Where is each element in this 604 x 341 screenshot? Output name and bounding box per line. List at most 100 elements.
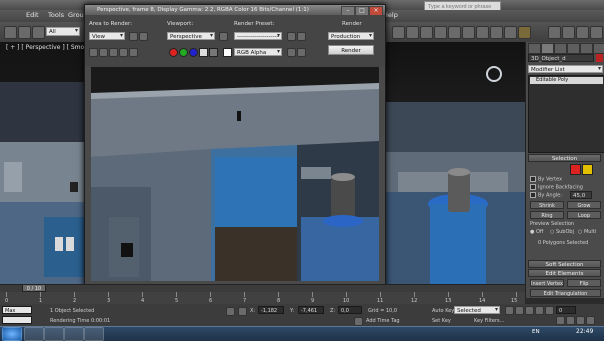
motion-icon[interactable]: [576, 26, 589, 39]
curve-editor-icon[interactable]: [448, 26, 461, 39]
current-frame-field[interactable]: 0: [556, 306, 576, 314]
language-indicator[interactable]: EN: [532, 329, 540, 335]
utilities-tab-icon[interactable]: [593, 43, 604, 54]
render-button[interactable]: Render: [328, 45, 374, 55]
object-name-field[interactable]: 3D_Object_d: [528, 54, 594, 62]
render-setup-icon[interactable]: [490, 26, 503, 39]
green-channel-toggle[interactable]: [179, 48, 188, 57]
viewport-perspective-right[interactable]: [378, 42, 525, 284]
save-image-icon[interactable]: [89, 48, 98, 57]
ring-button[interactable]: Ring: [530, 211, 564, 219]
hierarchy-tab-icon[interactable]: [554, 43, 567, 54]
schematic-icon[interactable]: [462, 26, 475, 39]
edit-elements-rollout[interactable]: Edit Elements: [528, 269, 601, 277]
clear-icon[interactable]: [129, 48, 138, 57]
zoom-all-icon[interactable]: [566, 316, 575, 325]
environment-icon[interactable]: [297, 32, 306, 41]
x-coordinate-field[interactable]: -1,182: [258, 306, 284, 314]
copy-image-icon[interactable]: [99, 48, 108, 57]
modify-tab-icon[interactable]: [541, 43, 554, 54]
display-tab-icon[interactable]: [580, 43, 593, 54]
alpha-channel-toggle[interactable]: [199, 48, 208, 57]
ignore-backfacing-checkbox[interactable]: Ignore Backfacing: [530, 184, 583, 191]
play-icon[interactable]: [525, 306, 534, 315]
preview-off-radio[interactable]: ● Off: [530, 229, 543, 235]
menu-edit[interactable]: Edit: [26, 11, 39, 19]
orbit-icon[interactable]: [586, 316, 595, 325]
zoom-icon[interactable]: [556, 316, 565, 325]
create-tab-icon[interactable]: [528, 43, 541, 54]
key-filters-button[interactable]: Key Filters...: [474, 318, 504, 324]
red-channel-toggle[interactable]: [169, 48, 178, 57]
blue-channel-toggle[interactable]: [189, 48, 198, 57]
polygon-mode-icon[interactable]: [570, 164, 581, 175]
render-setup-small-icon[interactable]: [287, 32, 296, 41]
object-color-swatch[interactable]: [596, 54, 603, 62]
edit-region-icon[interactable]: [129, 32, 138, 41]
next-frame-icon[interactable]: [535, 306, 544, 315]
clone-window-icon[interactable]: [109, 48, 118, 57]
add-time-tag-button[interactable]: Add Time Tag: [366, 318, 400, 324]
toggle-ui-icon[interactable]: [297, 48, 306, 57]
set-key-button[interactable]: Set Key: [432, 318, 451, 324]
y-coordinate-field[interactable]: -7,461: [298, 306, 324, 314]
layer-icon[interactable]: [420, 26, 433, 39]
viewport-select[interactable]: Perspective: [167, 32, 215, 40]
taskbar-app-browser-icon[interactable]: [44, 327, 64, 341]
flip-button[interactable]: Flip: [567, 279, 601, 287]
link-icon[interactable]: [32, 26, 45, 39]
auto-region-icon[interactable]: [139, 32, 148, 41]
grow-button[interactable]: Grow: [567, 201, 601, 209]
maxscript-listener[interactable]: Max: [2, 306, 32, 314]
time-slider-knob[interactable]: 0 / 10: [22, 284, 46, 292]
system-clock[interactable]: 22:49: [576, 328, 593, 335]
command-panel-icon[interactable]: [548, 26, 561, 39]
display-icon[interactable]: [590, 26, 603, 39]
menu-tools[interactable]: Tools: [48, 11, 64, 19]
stack-item[interactable]: Editable Poly: [530, 77, 603, 84]
undo-icon[interactable]: [4, 26, 17, 39]
selection-filter-select[interactable]: All: [46, 27, 80, 36]
time-tag-icon[interactable]: [354, 317, 363, 326]
mono-toggle[interactable]: [209, 48, 218, 57]
render-preset-select[interactable]: ---------------------: [234, 32, 282, 40]
viewport-perspective[interactable]: [0, 42, 88, 284]
auto-key-button[interactable]: Auto Key: [432, 308, 454, 314]
lock-viewport-icon[interactable]: [219, 32, 228, 41]
loop-button[interactable]: Loop: [567, 211, 601, 219]
by-angle-field[interactable]: 45,0: [570, 191, 592, 199]
render-window-title-bar[interactable]: Perspective, frame 8, Display Gamma: 2.2…: [85, 5, 385, 15]
zoom-extents-icon[interactable]: [576, 316, 585, 325]
material-editor-icon[interactable]: [476, 26, 489, 39]
key-mode-select[interactable]: Selected: [454, 306, 500, 314]
preview-subobj-radio[interactable]: ○ SubObj: [550, 229, 574, 235]
selection-rollout[interactable]: Selection: [528, 154, 601, 162]
rendered-frame-icon[interactable]: [504, 26, 517, 39]
render-production-icon[interactable]: [518, 26, 531, 39]
insert-vertex-button[interactable]: Insert Vertex: [530, 279, 564, 287]
swatch[interactable]: [223, 48, 232, 57]
hierarchy-icon[interactable]: [562, 26, 575, 39]
display-channel-select[interactable]: RGB Alpha: [234, 48, 282, 56]
align-icon[interactable]: [406, 26, 419, 39]
absolute-mode-icon[interactable]: [238, 307, 247, 316]
go-to-start-icon[interactable]: [505, 306, 514, 315]
redo-icon[interactable]: [18, 26, 31, 39]
edit-triangulation-button[interactable]: Edit Triangulation: [530, 289, 601, 297]
go-to-end-icon[interactable]: [545, 306, 554, 315]
taskbar-app-3dsmax-icon[interactable]: [64, 327, 84, 341]
z-coordinate-field[interactable]: 0,0: [338, 306, 362, 314]
start-button-icon[interactable]: [2, 327, 22, 341]
motion-tab-icon[interactable]: [567, 43, 580, 54]
modifier-list-select[interactable]: Modifier List: [528, 65, 603, 73]
prev-frame-icon[interactable]: [515, 306, 524, 315]
print-icon[interactable]: [119, 48, 128, 57]
soft-selection-rollout[interactable]: Soft Selection: [528, 260, 601, 268]
element-mode-icon[interactable]: [582, 164, 593, 175]
by-vertex-checkbox[interactable]: By Vertex: [530, 176, 562, 183]
shrink-button[interactable]: Shrink: [530, 201, 564, 209]
taskbar-app-explorer-icon[interactable]: [24, 327, 44, 341]
taskbar-app-image-icon[interactable]: [84, 327, 104, 341]
area-to-render-select[interactable]: View: [89, 32, 125, 40]
lock-selection-icon[interactable]: [226, 307, 235, 316]
